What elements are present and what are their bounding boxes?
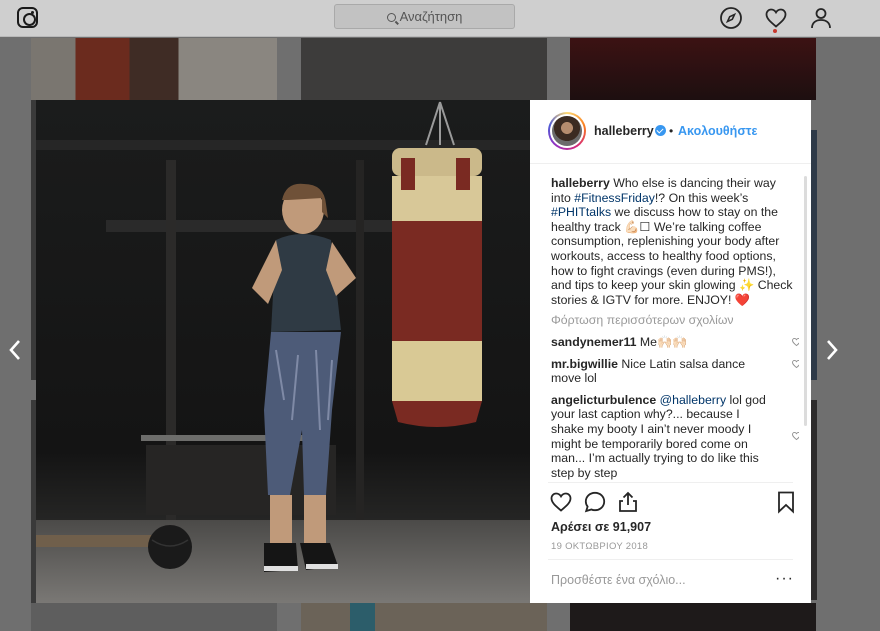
heart-icon[interactable] [791, 431, 799, 441]
save-icon[interactable] [774, 490, 798, 514]
grid-tile[interactable] [570, 603, 816, 631]
grid-tile[interactable] [811, 400, 817, 600]
likes-count[interactable]: Αρέσει σε 91,907 [551, 520, 651, 534]
search-icon [386, 13, 396, 22]
caption-username[interactable]: halleberry [551, 176, 610, 190]
post-details-panel: halleberry • Ακολουθήστε halleberry Who … [530, 100, 811, 603]
caption: halleberry Who else is dancing their way… [551, 176, 799, 307]
comment-username[interactable]: angelicturbulence [551, 393, 656, 407]
photo-image [36, 100, 530, 603]
comment-username[interactable]: mr.bigwillie [551, 357, 618, 371]
divider [548, 482, 793, 483]
like-heart-icon[interactable] [549, 490, 573, 514]
comment-text: Me🙌🏻🙌🏻 [636, 334, 688, 349]
comment-item: angelicturbulence @halleberry lol god yo… [551, 393, 799, 481]
search-input[interactable]: Αναζήτηση [334, 4, 515, 29]
profile-icon[interactable] [809, 6, 833, 30]
search-placeholder: Αναζήτηση [399, 9, 463, 24]
verified-icon [655, 125, 666, 136]
compass-icon[interactable] [719, 6, 743, 30]
notification-dot [773, 29, 777, 33]
comments-scrollbar[interactable] [804, 176, 807, 426]
grid-tile[interactable] [301, 603, 547, 631]
more-options-button[interactable]: ··· [775, 570, 794, 588]
mention-link[interactable]: @halleberry [656, 393, 727, 407]
grid-tile[interactable] [31, 38, 277, 100]
load-more-comments-link[interactable]: Φόρτωση περισσότερων σχολίων [551, 313, 799, 328]
comment-username[interactable]: sandynemer11 [551, 335, 636, 349]
instagram-logo-icon[interactable] [17, 7, 38, 28]
post-photo[interactable] [36, 100, 530, 603]
grid-tile[interactable] [811, 130, 817, 380]
follow-button[interactable]: Ακολουθήστε [678, 124, 757, 138]
caption-text: !? On this week’s [654, 190, 749, 205]
hashtag-link[interactable]: #PHITtalks [551, 205, 611, 219]
hashtag-link[interactable]: #FitnessFriday [574, 191, 655, 205]
post-username[interactable]: halleberry [594, 124, 654, 138]
top-navigation-bar: Αναζήτηση [0, 0, 880, 37]
heart-icon[interactable] [791, 337, 799, 347]
heart-icon[interactable] [791, 359, 799, 369]
comment-item: mr.bigwillie Nice Latin salsa dance move… [551, 357, 799, 386]
separator-dot: • [669, 124, 674, 138]
post-header: halleberry • Ακολουθήστε [530, 100, 811, 164]
caption-text: we discuss how to stay on the healthy tr… [551, 205, 793, 307]
grid-tile[interactable] [31, 603, 277, 631]
heart-icon[interactable] [764, 6, 788, 30]
comment-item: sandynemer11 Me🙌🏻🙌🏻 [551, 335, 799, 350]
share-icon[interactable] [616, 490, 640, 514]
comment-icon[interactable] [583, 490, 607, 514]
grid-tile[interactable] [301, 38, 547, 100]
comments-list[interactable]: halleberry Who else is dancing their way… [551, 176, 799, 482]
post-date[interactable]: 19 ΟΚΤΩΒΡΙΟΥ 2018 [551, 541, 648, 552]
grid-tile[interactable] [570, 38, 816, 100]
divider [548, 559, 793, 560]
avatar[interactable] [548, 112, 586, 150]
chevron-right-icon[interactable] [824, 338, 840, 362]
add-comment-input[interactable]: Προσθέστε ένα σχόλιο... [551, 573, 686, 587]
chevron-left-icon[interactable] [7, 338, 23, 362]
